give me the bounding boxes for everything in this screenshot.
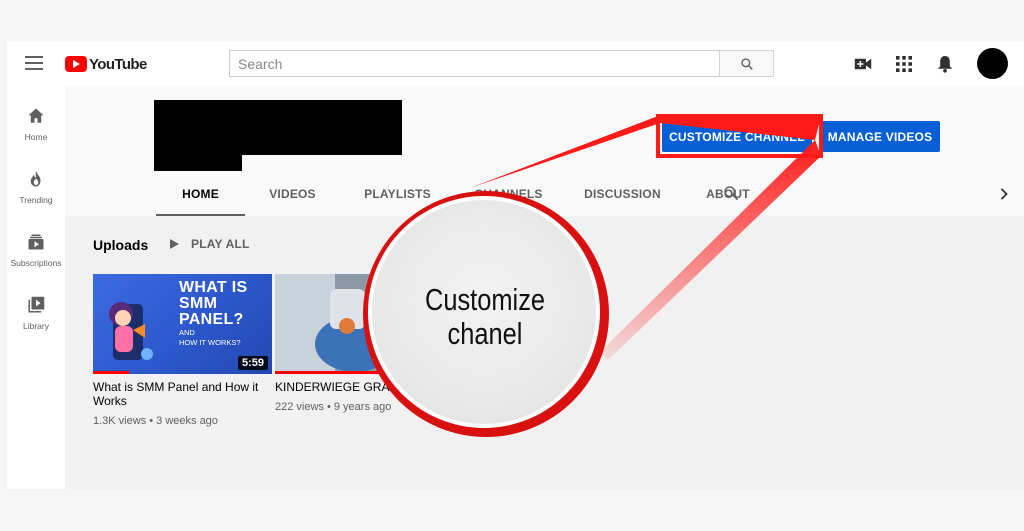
sidebar-item-library[interactable]: Library bbox=[7, 295, 65, 331]
play-all-button[interactable]: PLAY ALL bbox=[170, 237, 250, 251]
sidebar-item-label: Home bbox=[24, 132, 48, 142]
channel-search-icon[interactable] bbox=[723, 185, 739, 206]
sidebar-item-label: Subscriptions bbox=[10, 258, 62, 268]
notifications-bell-icon[interactable] bbox=[935, 54, 955, 74]
tab-home[interactable]: HOME bbox=[156, 183, 245, 216]
video-card[interactable]: WHAT IS SMM PANEL? AND HOW IT WORKS? 5:5… bbox=[93, 274, 272, 427]
create-video-icon[interactable] bbox=[853, 54, 873, 74]
channel-header: CUSTOMIZE CHANNEL MANAGE VIDEOS HOME VID… bbox=[65, 86, 1024, 216]
top-actions bbox=[853, 54, 976, 74]
channel-tabs: HOME VIDEOS PLAYLISTS CHANNELS DISCUSSIO… bbox=[156, 183, 773, 216]
section-title: Uploads bbox=[93, 237, 149, 253]
play-icon bbox=[170, 239, 179, 249]
search-icon bbox=[740, 57, 753, 70]
channel-name-redacted bbox=[154, 100, 402, 155]
channel-subtitle-redacted bbox=[154, 155, 242, 171]
video-thumbnail[interactable] bbox=[275, 274, 454, 374]
watch-progress-bar bbox=[93, 371, 129, 374]
avatar[interactable] bbox=[977, 48, 1008, 79]
library-icon bbox=[26, 295, 46, 315]
cartoon-girl-illustration bbox=[109, 302, 153, 360]
tab-playlists[interactable]: PLAYLISTS bbox=[340, 183, 455, 216]
video-meta: 222 views • 9 years ago bbox=[275, 401, 392, 413]
apps-grid-icon[interactable] bbox=[894, 54, 914, 74]
subscriptions-icon bbox=[26, 232, 46, 252]
video-card[interactable]: KINDERWIEGE GRAC 222 views • 9 years ago bbox=[275, 274, 454, 413]
tab-discussion[interactable]: DISCUSSION bbox=[562, 183, 683, 216]
watch-progress-bar bbox=[275, 371, 383, 374]
search-input[interactable] bbox=[229, 50, 719, 77]
thumbnail-title: WHAT IS SMM PANEL? bbox=[179, 279, 248, 328]
tab-videos[interactable]: VIDEOS bbox=[245, 183, 340, 216]
youtube-window: YouTube Home bbox=[7, 42, 1024, 489]
thumbnail-photo bbox=[275, 274, 454, 374]
side-nav: Home Trending Subscriptions Library bbox=[7, 86, 65, 489]
video-thumbnail[interactable]: WHAT IS SMM PANEL? AND HOW IT WORKS? 5:5… bbox=[93, 274, 272, 374]
top-bar: YouTube bbox=[7, 42, 1024, 86]
sidebar-item-subscriptions[interactable]: Subscriptions bbox=[7, 232, 65, 268]
uploads-section: Uploads PLAY ALL WHAT IS SMM PANEL? AND … bbox=[65, 216, 1024, 489]
video-title[interactable]: What is SMM Panel and How it Works bbox=[93, 380, 272, 408]
logo-text: YouTube bbox=[89, 55, 147, 73]
play-all-label: PLAY ALL bbox=[191, 237, 250, 251]
tab-channels[interactable]: CHANNELS bbox=[455, 183, 562, 216]
sidebar-item-trending[interactable]: Trending bbox=[7, 169, 65, 205]
flame-icon bbox=[26, 169, 46, 189]
youtube-play-icon bbox=[65, 56, 87, 72]
sidebar-item-home[interactable]: Home bbox=[7, 106, 65, 142]
sidebar-item-label: Trending bbox=[19, 195, 53, 205]
chevron-right-icon[interactable] bbox=[999, 187, 1009, 205]
customize-channel-button[interactable]: CUSTOMIZE CHANNEL bbox=[662, 121, 812, 152]
search-bar bbox=[229, 50, 774, 77]
thumbnail-subtitle: AND HOW IT WORKS? bbox=[179, 328, 241, 347]
youtube-logo[interactable]: YouTube bbox=[65, 54, 147, 74]
home-icon bbox=[26, 106, 46, 126]
manage-videos-button[interactable]: MANAGE VIDEOS bbox=[820, 121, 940, 152]
search-button[interactable] bbox=[719, 50, 774, 77]
video-title[interactable]: KINDERWIEGE GRAC bbox=[275, 380, 454, 394]
menu-icon[interactable] bbox=[25, 56, 43, 70]
sidebar-item-label: Library bbox=[23, 321, 49, 331]
video-duration: 5:59 bbox=[237, 356, 268, 370]
video-meta: 1.3K views • 3 weeks ago bbox=[93, 415, 218, 427]
